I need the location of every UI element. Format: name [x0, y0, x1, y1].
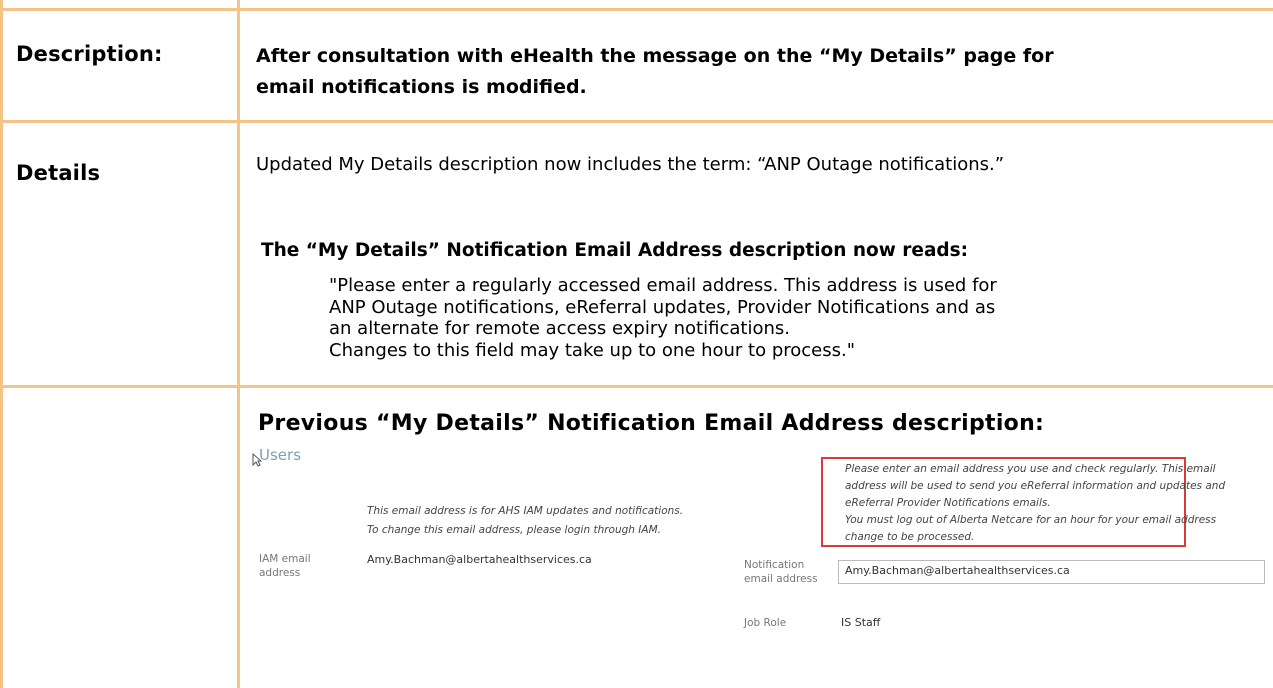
description-label: Description: — [16, 42, 163, 66]
iam-note-line: This email address is for AHS IAM update… — [367, 505, 684, 517]
new-description-quote: "Please enter a regularly accessed email… — [329, 275, 1249, 361]
old-message-line: eReferral Provider Notifications emails. — [845, 497, 1051, 509]
details-subheading: The “My Details” Notification Email Addr… — [261, 240, 969, 261]
description-line-2: email notifications is modified. — [256, 76, 587, 98]
iam-label-line: IAM email — [259, 553, 311, 565]
table-border-col — [237, 0, 240, 688]
quote-line: "Please enter a regularly accessed email… — [329, 275, 997, 296]
table-border-row1 — [0, 120, 1273, 123]
notification-email-field[interactable]: Amy.Bachman@albertahealthservices.ca — [838, 560, 1265, 584]
previous-description-screenshot: Users This email address is for AHS IAM … — [247, 447, 1273, 688]
job-role-value: IS Staff — [841, 616, 881, 629]
table-border-left — [0, 0, 3, 688]
description-line-1: After consultation with eHealth the mess… — [256, 45, 1054, 67]
table-border-top — [0, 8, 1273, 11]
details-label: Details — [16, 161, 101, 185]
old-message-line: You must log out of Alberta Netcare for … — [845, 514, 1217, 526]
iam-email-value: Amy.Bachman@albertahealthservices.ca — [367, 553, 592, 566]
previous-heading: Previous “My Details” Notification Email… — [258, 411, 1045, 436]
quote-line: an alternate for remote access expiry no… — [329, 318, 790, 339]
iam-note-line: To change this email address, please log… — [367, 524, 661, 536]
table-border-row2 — [0, 385, 1273, 388]
notification-email-value: Amy.Bachman@albertahealthservices.ca — [845, 564, 1070, 577]
quote-line: ANP Outage notifications, eReferral upda… — [329, 296, 996, 318]
quote-line: Changes to this field may take up to one… — [329, 339, 856, 361]
details-intro: Updated My Details description now inclu… — [256, 154, 1005, 175]
old-message-line: address will be used to send you eReferr… — [845, 480, 1226, 492]
notification-label-line: Notification — [744, 559, 805, 571]
old-message-line: Please enter an email address you use an… — [845, 463, 1216, 475]
iam-label-line: address — [259, 567, 301, 579]
old-message-line: change to be processed. — [845, 531, 975, 543]
notification-label-line: email address — [744, 573, 818, 585]
section-title: Users — [259, 447, 302, 464]
job-role-label: Job Role — [744, 617, 787, 629]
